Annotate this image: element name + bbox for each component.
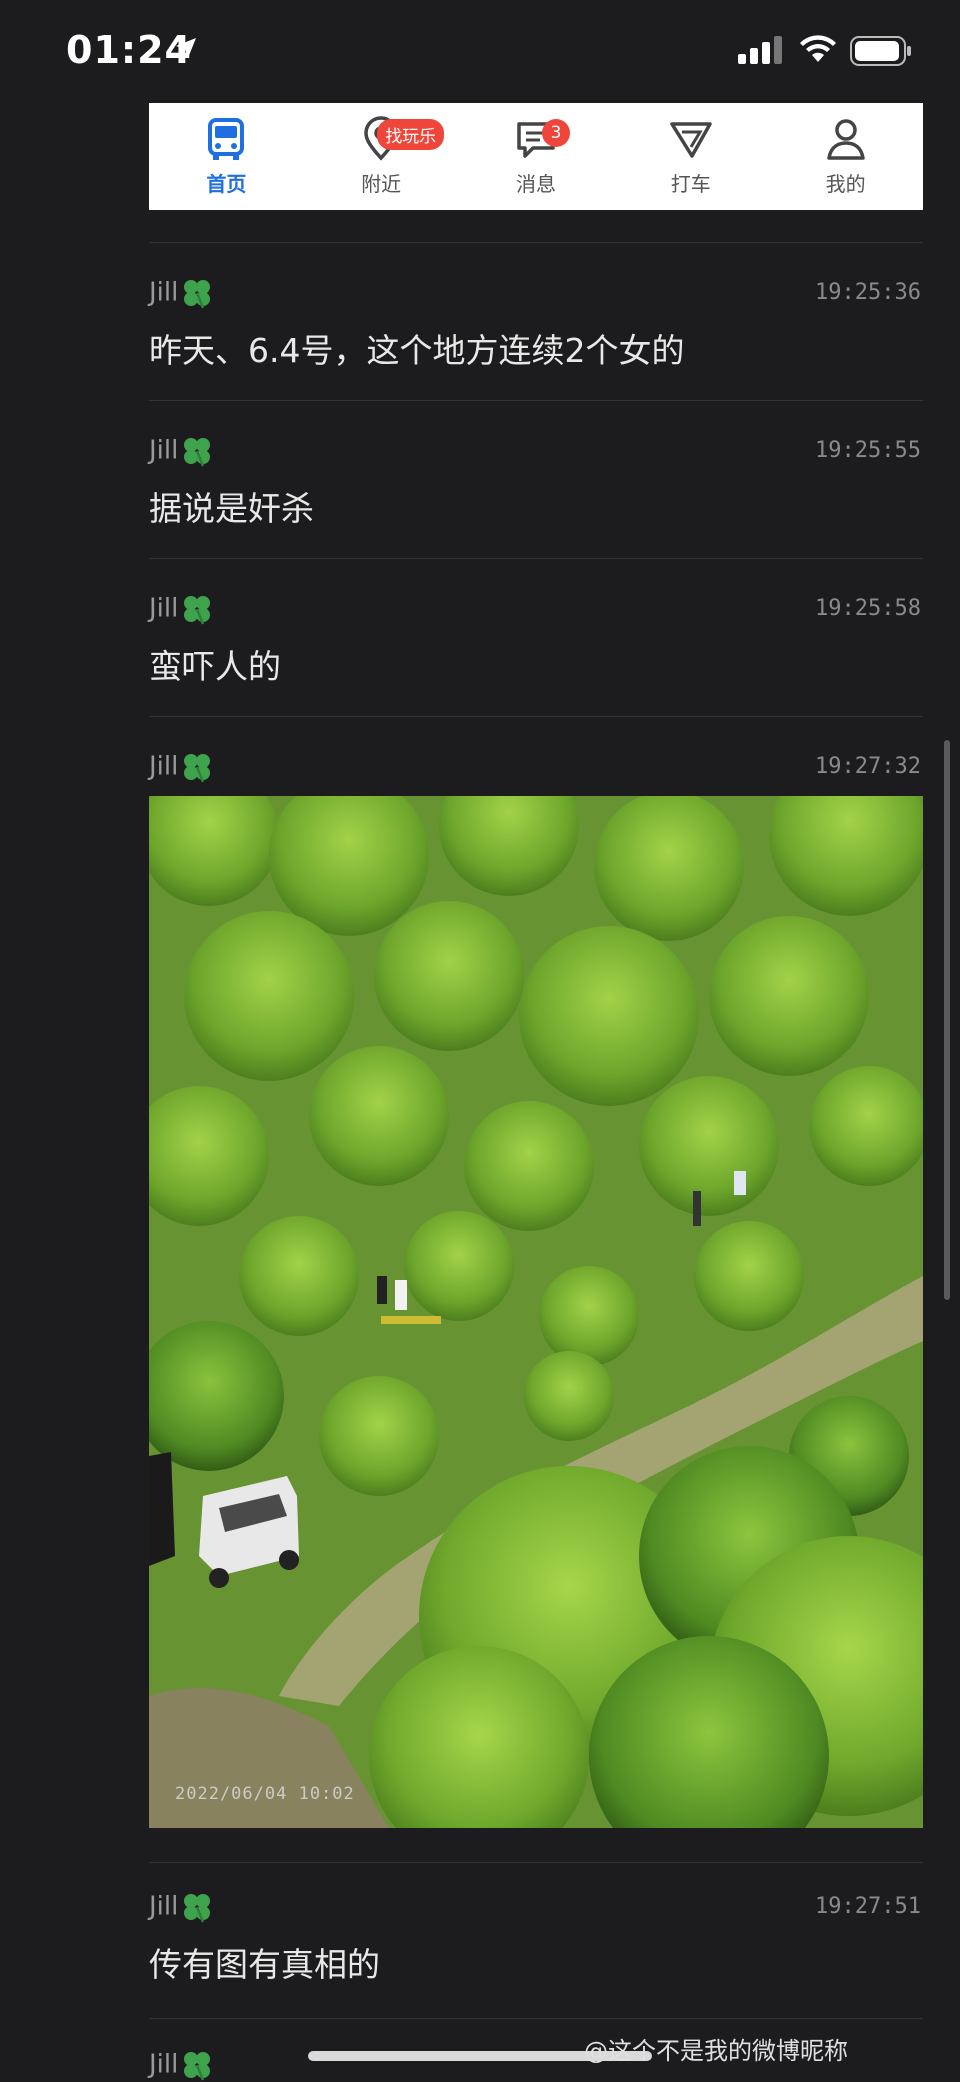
message-time: 19:27:32 <box>815 754 921 779</box>
message-time: 19:25:55 <box>815 438 921 463</box>
chat-message-image[interactable]: Jill 19:27:32 <box>149 750 923 790</box>
clover-icon <box>184 754 211 783</box>
message-text: 蛮吓人的 <box>149 647 281 686</box>
divider <box>149 242 923 243</box>
sender-label: Jill <box>149 277 179 308</box>
cellular-signal-icon <box>738 36 782 64</box>
sender-label: Jill <box>149 593 179 624</box>
clover-icon <box>184 438 211 467</box>
sender-label: Jill <box>149 435 179 466</box>
message-text: 昨天、6.4号，这个地方连续2个女的 <box>149 331 685 370</box>
tab-me[interactable]: 我的 <box>786 107 906 207</box>
tab-bar: 首页 找玩乐 附近 3 消息 打车 我的 <box>149 103 923 210</box>
message-text: 据说是奸杀 <box>149 489 314 528</box>
messages-badge: 3 <box>541 118 570 147</box>
chat-message[interactable]: Jill 19:27:51 传有图有真相的 <box>149 1890 923 2010</box>
sender-name: Jill <box>149 2048 214 2082</box>
battery-icon <box>850 36 911 66</box>
bus-icon <box>208 118 245 160</box>
hillside-photo-image <box>149 796 923 1828</box>
message-time: 19:25:36 <box>815 280 921 305</box>
scrollbar[interactable] <box>944 740 950 1300</box>
tab-label: 首页 <box>206 172 247 196</box>
sender-name: Jill <box>149 592 214 626</box>
sender-label: Jill <box>149 751 179 782</box>
sender-label: Jill <box>149 1891 179 1922</box>
tab-nearby[interactable]: 找玩乐 附近 <box>321 107 445 207</box>
weibo-watermark: @这个不是我的微博昵称 <box>584 2037 848 2065</box>
nearby-badge: 找玩乐 <box>377 118 445 150</box>
divider <box>149 558 923 559</box>
sender-name: Jill <box>149 750 214 784</box>
divider <box>149 1862 923 1863</box>
user-icon <box>826 119 865 160</box>
taxi-arrow-icon <box>670 122 712 158</box>
message-time: 19:25:58 <box>815 596 921 621</box>
clover-icon <box>184 2052 211 2081</box>
message-text: 传有图有真相的 <box>149 1945 380 1984</box>
tab-home[interactable]: 首页 <box>166 107 286 207</box>
location-arrow-icon <box>176 38 196 58</box>
photo-date-stamp: 2022/06/04 10:02 <box>175 1784 355 1804</box>
divider <box>149 400 923 401</box>
tab-messages[interactable]: 3 消息 <box>476 107 596 207</box>
message-time: 19:27:51 <box>815 1894 921 1919</box>
sender-name: Jill <box>149 1890 214 1924</box>
tab-taxi[interactable]: 打车 <box>631 107 751 207</box>
tab-label: 打车 <box>670 172 711 196</box>
chat-message[interactable]: Jill 19:25:55 据说是奸杀 <box>149 434 923 554</box>
wifi-icon <box>800 35 836 62</box>
tab-label: 附近 <box>361 172 402 196</box>
sender-name: Jill <box>149 434 214 468</box>
chat-message[interactable]: Jill 19:25:58 蛮吓人的 <box>149 592 923 712</box>
sender-name: Jill <box>149 276 214 310</box>
clover-icon <box>184 596 211 625</box>
divider <box>149 2018 923 2019</box>
message-photo[interactable]: 2022/06/04 10:02 <box>149 796 923 1828</box>
clover-icon <box>184 1894 211 1923</box>
sender-label: Jill <box>149 2049 179 2080</box>
tab-label: 消息 <box>515 172 556 196</box>
chat-message[interactable]: Jill 19:25:36 昨天、6.4号，这个地方连续2个女的 <box>149 276 923 396</box>
divider <box>149 716 923 717</box>
status-bar: 01:24 <box>0 0 960 100</box>
tab-label: 我的 <box>825 172 866 196</box>
clover-icon <box>184 280 211 309</box>
